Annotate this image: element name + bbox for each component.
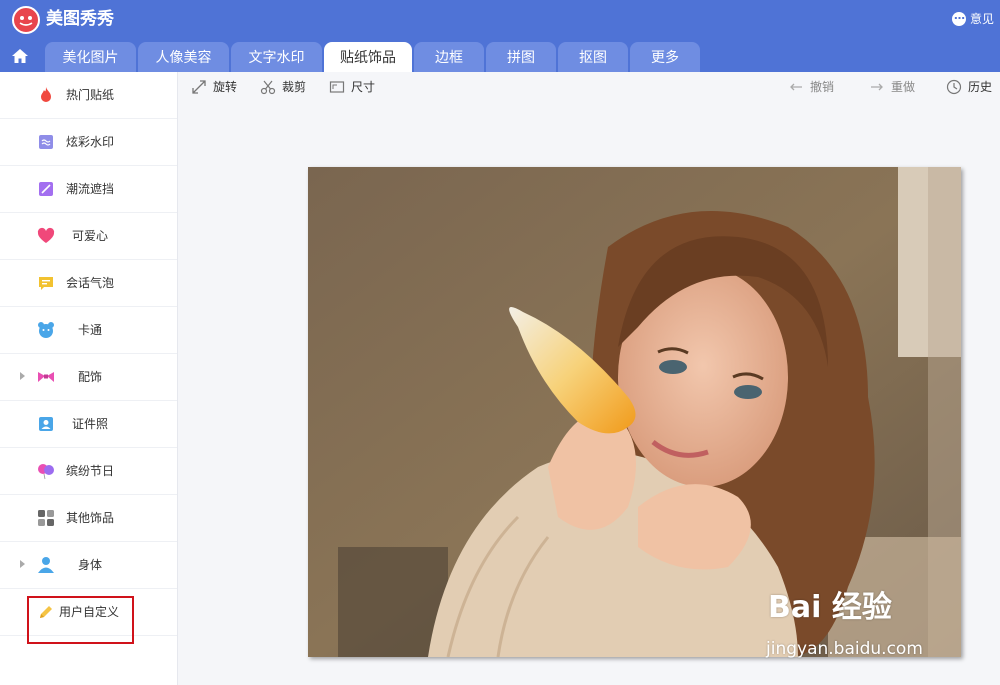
size-button[interactable]: 尺寸 [329,78,389,96]
sticker-category-sidebar: 热门贴纸 炫彩水印 潮流遮挡 可爱心 会话气泡 卡通 配饰 证件照 缤纷节日 其… [0,72,178,685]
title-bar: 美图秀秀 意见 [0,0,1000,40]
photo-canvas[interactable] [308,167,961,657]
baidu-watermark-url: jingyan.baidu.com [766,639,923,659]
clock-icon [946,79,962,95]
app-logo-icon [12,6,40,34]
sidebar-item-trend-mask[interactable]: 潮流遮挡 [0,166,177,213]
mask-icon [39,182,53,196]
expand-arrow-icon[interactable] [20,560,25,568]
id-photo-icon [39,417,53,431]
tab-cutout[interactable]: 抠图 [558,42,628,72]
balloon-icon [38,464,54,480]
bear-icon [38,322,54,338]
feedback-icon [952,7,966,26]
person-icon [38,557,54,573]
feedback-label: 意见 [970,12,995,26]
sidebar-item-color-watermark[interactable]: 炫彩水印 [0,119,177,166]
flame-icon [41,87,51,102]
tab-frame[interactable]: 边框 [414,42,484,72]
tab-collage[interactable]: 拼图 [486,42,556,72]
rotate-button[interactable]: 旋转 [191,78,251,96]
home-icon [12,49,28,63]
expand-arrow-icon[interactable] [20,372,25,380]
history-button[interactable]: 历史 [946,78,1000,96]
undo-arrow-icon [790,83,802,91]
sidebar-item-other-accessories[interactable]: 其他饰品 [0,495,177,542]
tab-beautify[interactable]: 美化图片 [45,42,136,72]
tab-portrait[interactable]: 人像美容 [138,42,229,72]
home-button[interactable] [0,40,40,72]
portrait-photo-image [308,167,961,657]
crop-button[interactable]: 裁剪 [260,78,320,96]
sidebar-item-id-photo[interactable]: 证件照 [0,401,177,448]
sidebar-item-chat-bubble[interactable]: 会话气泡 [0,260,177,307]
sidebar-item-body[interactable]: 身体 [0,542,177,589]
feedback-button[interactable]: 意见 [952,7,1000,28]
grid-icon [38,510,54,526]
undo-button[interactable]: 撤销 [788,78,848,96]
redo-button[interactable]: 重做 [869,78,929,96]
watermark-icon [39,135,53,149]
tab-stickers[interactable]: 贴纸饰品 [324,42,412,72]
tab-text-watermark[interactable]: 文字水印 [231,42,322,72]
bow-icon [38,372,54,382]
baidu-watermark-text: Bai 经验 [768,590,892,625]
sidebar-item-hot-stickers[interactable]: 热门贴纸 [0,72,177,119]
rotate-icon [192,80,206,94]
edit-toolbar: 旋转 裁剪 尺寸 撤销 重做 历史 [179,72,1000,102]
chat-bubble-icon [39,277,53,290]
sidebar-item-cute-heart[interactable]: 可爱心 [0,213,177,260]
sidebar-item-cartoon[interactable]: 卡通 [0,307,177,354]
sidebar-item-festival[interactable]: 缤纷节日 [0,448,177,495]
main-tab-bar: 美化图片 人像美容 文字水印 贴纸饰品 边框 拼图 抠图 更多 [0,40,1000,72]
app-title: 美图秀秀 [46,9,114,29]
heart-icon [37,227,55,243]
scissors-icon [260,80,276,95]
tab-more[interactable]: 更多 [630,42,700,72]
redo-arrow-icon [871,83,883,91]
resize-icon [329,81,345,93]
highlight-annotation-box [27,596,134,644]
sidebar-item-accessories[interactable]: 配饰 [0,354,177,401]
